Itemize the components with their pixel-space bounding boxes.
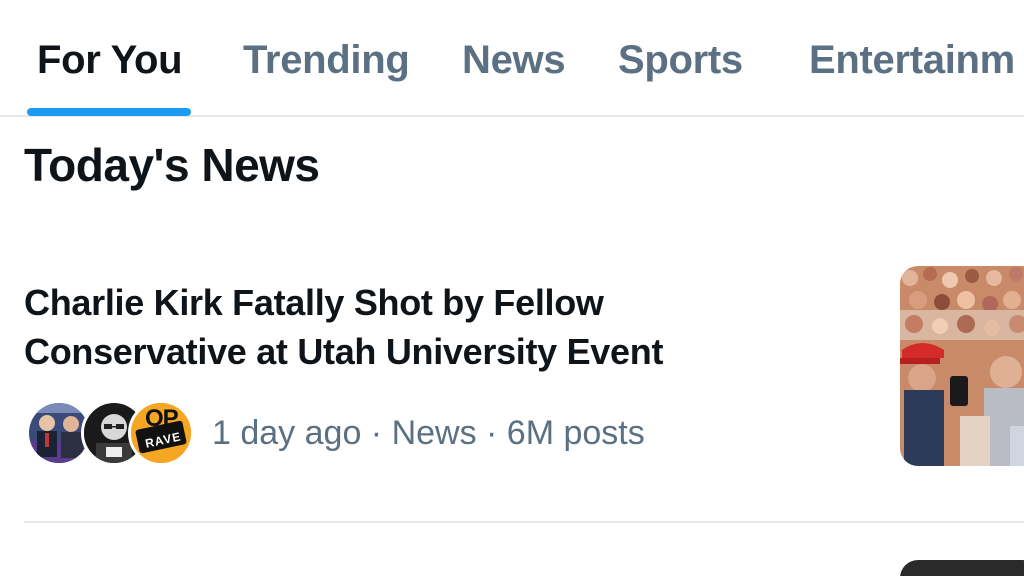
section-title: Today's News — [24, 139, 320, 191]
news-item[interactable]: Charlie Kirk Fatally Shot by Fellow Cons… — [0, 240, 1024, 522]
tab-for-you[interactable]: For You — [37, 38, 183, 83]
avatar-badge-text: OP — [145, 405, 179, 432]
news-meta: 1 day ago · News · 6M posts — [212, 414, 645, 452]
active-tab-indicator — [27, 108, 191, 116]
tab-entertainment[interactable]: Entertainm — [809, 38, 1015, 83]
tab-trending[interactable]: Trending — [243, 38, 410, 83]
tab-news[interactable]: News — [462, 38, 566, 83]
news-headline[interactable]: Charlie Kirk Fatally Shot by Fellow Cons… — [24, 278, 824, 376]
divider — [24, 521, 1024, 523]
news-thumbnail[interactable] — [900, 266, 1024, 466]
explore-page: For You Trending News Sports Entertainm … — [0, 0, 1024, 576]
tab-bar: For You Trending News Sports Entertainm — [0, 0, 1024, 117]
next-news-thumbnail[interactable] — [900, 560, 1024, 576]
avatar-stack: OP RAVE — [26, 400, 196, 468]
tab-sports[interactable]: Sports — [618, 38, 743, 83]
avatar: OP RAVE — [128, 400, 194, 466]
